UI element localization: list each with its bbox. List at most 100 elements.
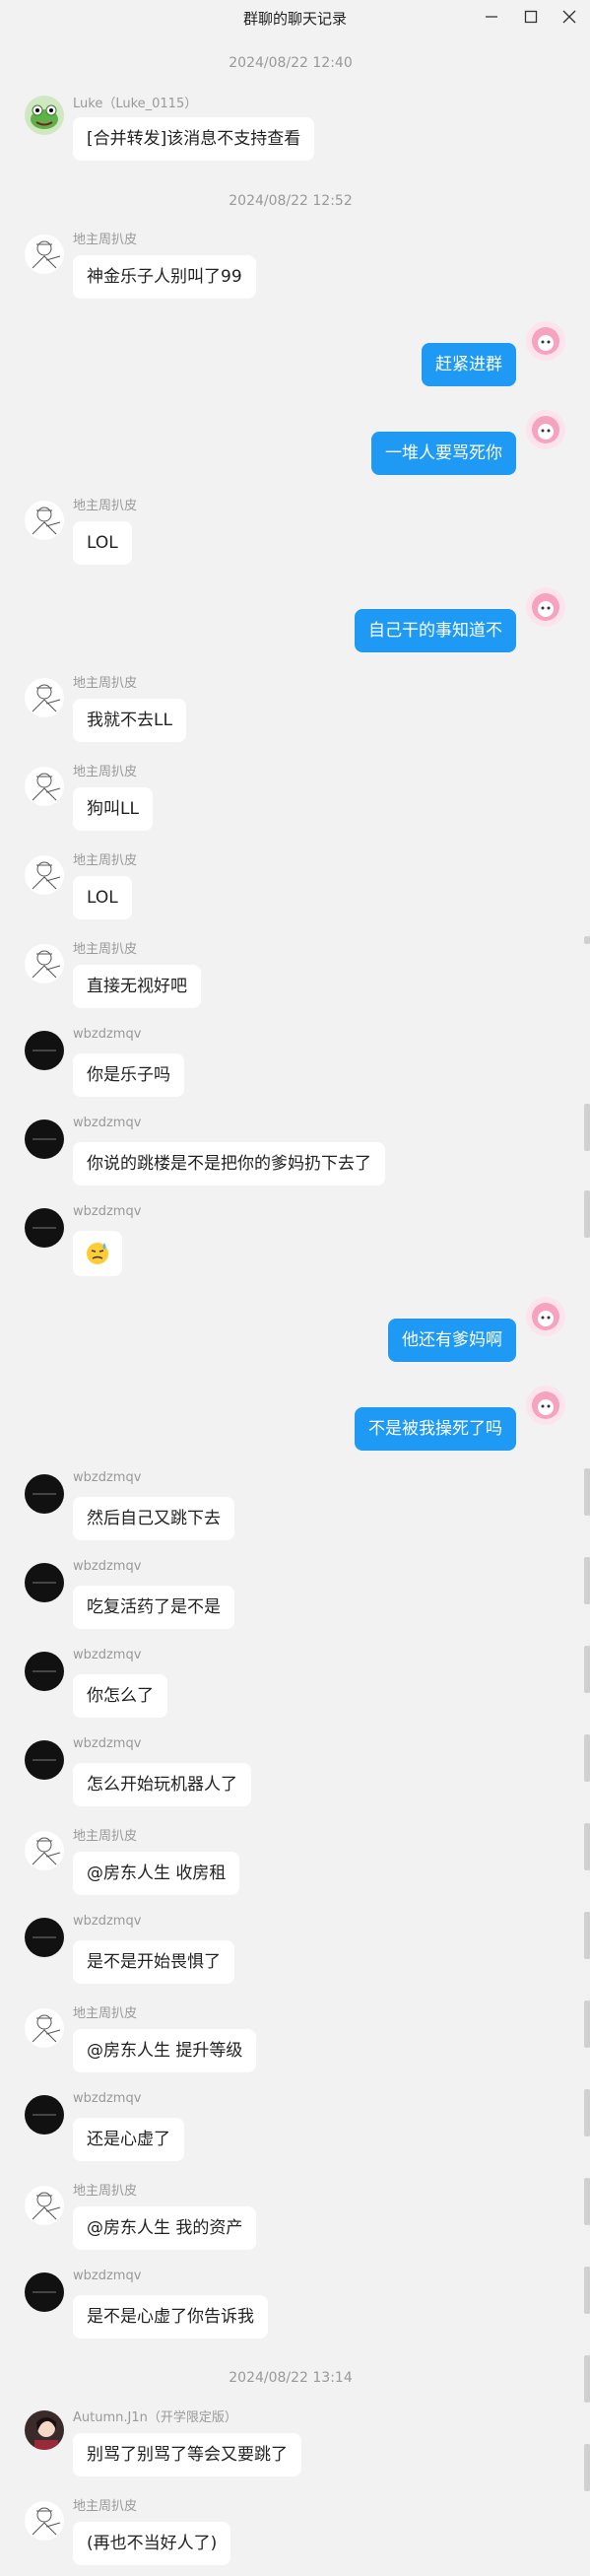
avatar[interactable] — [526, 1297, 565, 1336]
sender-name: wbzdzmqv — [73, 2091, 142, 2106]
message-bubble[interactable]: 自己干的事知道不 — [355, 609, 516, 652]
message-bubble[interactable]: 是不是开始畏惧了 — [73, 1940, 234, 1984]
avatar[interactable] — [25, 1740, 64, 1780]
avatar[interactable] — [25, 1208, 64, 1248]
message-bubble[interactable]: @房东人生 收房租 — [73, 1852, 240, 1895]
anime-avatar-icon — [532, 416, 559, 443]
avatar[interactable] — [526, 587, 565, 627]
sender-name: 地主周扒皮 — [73, 1829, 138, 1844]
avatar[interactable] — [526, 321, 565, 361]
avatar[interactable] — [25, 1831, 64, 1870]
anime-avatar-icon — [532, 1303, 559, 1330]
avatar[interactable] — [25, 1474, 64, 1514]
scrollbar-marker — [584, 1912, 590, 1959]
sketch-avatar-icon — [32, 2507, 61, 2536]
message-bubble[interactable]: [合并转发]该消息不支持查看 — [73, 117, 315, 161]
title-bar: 群聊的聊天记录 — [0, 0, 590, 34]
message-bubble[interactable]: 然后自己又跳下去 — [73, 1497, 234, 1540]
message-bubble[interactable]: @房东人生 我的资产 — [73, 2206, 257, 2250]
message-bubble[interactable]: 神金乐子人别叫了99 — [73, 255, 256, 299]
sketch-avatar-icon — [32, 2014, 61, 2043]
sender-name: wbzdzmqv — [73, 1204, 142, 1219]
sketch-avatar-icon — [32, 861, 61, 890]
dark-avatar-icon — [33, 1493, 56, 1495]
avatar[interactable] — [526, 1386, 565, 1425]
scrollbar-marker — [584, 936, 590, 944]
message-bubble[interactable]: 是不是心虚了你告诉我 — [73, 2295, 268, 2339]
message-bubble[interactable]: 他还有爹妈啊 — [388, 1319, 516, 1362]
message-bubble[interactable]: 怎么开始玩机器人了 — [73, 1763, 251, 1806]
minimize-button[interactable] — [480, 7, 503, 27]
dark-avatar-icon — [33, 1759, 56, 1761]
avatar[interactable] — [25, 1031, 64, 1070]
avatar[interactable] — [25, 944, 64, 983]
avatar[interactable] — [25, 1563, 64, 1602]
scrollbar-marker — [584, 2089, 590, 2136]
scrollbar-marker — [584, 1190, 590, 1238]
scrollbar-marker — [584, 2444, 590, 2491]
message-bubble[interactable]: 你怎么了 — [73, 1674, 167, 1718]
sender-name: 地主周扒皮 — [73, 2184, 138, 2199]
sender-name: Autumn.J1n（开学限定版） — [73, 2410, 237, 2425]
avatar[interactable] — [25, 678, 64, 717]
avatar[interactable] — [25, 2186, 64, 2225]
avatar[interactable] — [25, 2272, 64, 2312]
anime-avatar-icon — [532, 1391, 559, 1419]
message-bubble[interactable]: 直接无视好吧 — [73, 965, 201, 1008]
message-bubble[interactable]: 不是被我操死了吗 — [355, 1407, 516, 1451]
avatar[interactable] — [25, 767, 64, 806]
message-bubble[interactable]: 还是心虚了 — [73, 2118, 184, 2161]
avatar[interactable] — [25, 2008, 64, 2048]
message-bubble[interactable]: 一堆人要骂死你 — [371, 432, 516, 475]
message-bubble[interactable]: 吃复活药了是不是 — [73, 1586, 234, 1629]
sender-name: wbzdzmqv — [73, 1648, 142, 1662]
sender-name: wbzdzmqv — [73, 1027, 142, 1042]
message-bubble[interactable]: 赶紧进群 — [422, 343, 516, 386]
avatar[interactable] — [25, 2410, 64, 2450]
message-bubble[interactable]: 你说的跳楼是不是把你的爹妈扔下去了 — [73, 1142, 385, 1186]
avatar[interactable] — [25, 2501, 64, 2541]
maximize-icon — [524, 10, 538, 24]
dark-avatar-icon — [33, 1670, 56, 1672]
sketch-avatar-icon — [32, 950, 61, 979]
avatar[interactable] — [25, 2095, 64, 2135]
sketch-avatar-icon — [32, 684, 61, 712]
sender-name: 地主周扒皮 — [73, 765, 138, 780]
sketch-avatar-icon — [32, 1837, 61, 1865]
avatar[interactable] — [25, 855, 64, 895]
close-icon — [562, 10, 576, 24]
message-bubble[interactable]: 狗叫LL — [73, 787, 153, 831]
avatar[interactable] — [25, 235, 64, 274]
avatar[interactable] — [526, 410, 565, 449]
dark-avatar-icon — [33, 1936, 56, 1938]
scrollbar-marker — [584, 1104, 590, 1151]
scrollbar-marker — [584, 1468, 590, 1516]
sender-name: wbzdzmqv — [73, 1470, 142, 1485]
avatar[interactable] — [25, 1652, 64, 1691]
sweat-emoji-icon — [87, 1243, 108, 1264]
scrollbar-marker — [584, 2267, 590, 2314]
message-bubble[interactable]: 别骂了别骂了等会又要跳了 — [73, 2433, 301, 2476]
minimize-icon — [486, 16, 497, 18]
message-bubble[interactable]: LOL — [73, 521, 132, 565]
avatar[interactable] — [25, 1918, 64, 1957]
emoji-message[interactable] — [73, 1231, 122, 1276]
scrollbar-marker — [584, 2000, 590, 2048]
avatar[interactable] — [25, 96, 64, 135]
sender-name: 地主周扒皮 — [73, 233, 138, 247]
scrollbar-marker — [584, 1823, 590, 1870]
close-button[interactable] — [557, 7, 581, 27]
message-bubble[interactable]: (再也不当好人了) — [73, 2522, 231, 2565]
message-bubble[interactable]: LOL — [73, 876, 132, 919]
message-bubble[interactable]: 我就不去LL — [73, 699, 186, 742]
scrollbar-marker — [584, 1734, 590, 1782]
sender-name: wbzdzmqv — [73, 2269, 142, 2283]
avatar[interactable] — [25, 1119, 64, 1159]
message-bubble[interactable]: 你是乐子吗 — [73, 1053, 184, 1097]
girl-avatar-icon — [34, 2417, 58, 2450]
maximize-button[interactable] — [519, 7, 543, 27]
dark-avatar-icon — [33, 2291, 56, 2293]
scrollbar-marker — [584, 1557, 590, 1604]
message-bubble[interactable]: @房东人生 提升等级 — [73, 2029, 257, 2072]
avatar[interactable] — [25, 501, 64, 540]
